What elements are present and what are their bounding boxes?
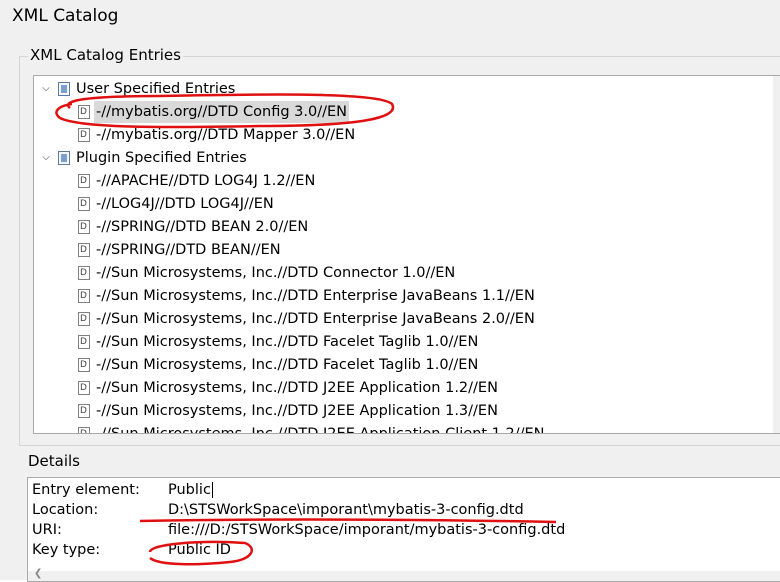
catalog-tree[interactable]: ⌵ User Specified Entries -//mybatis.org//D… (33, 75, 780, 434)
catalog-folder-icon (58, 82, 70, 96)
scroll-left-arrow-icon[interactable]: ❮ (34, 568, 42, 579)
tree-item-label: -//SPRING//DTD BEAN//EN (96, 242, 281, 258)
window-title: XML Catalog (12, 6, 119, 26)
tree-item-label: User Specified Entries (76, 81, 236, 97)
tree-item[interactable]: -//Sun Microsystems, Inc.//DTD J2EE Appl… (34, 423, 769, 434)
tree-item[interactable]: -//Sun Microsystems, Inc.//DTD Enterpris… (34, 285, 769, 307)
tree-item[interactable]: -//Sun Microsystems, Inc.//DTD Enterpris… (34, 308, 769, 330)
tree-item-label: -//Sun Microsystems, Inc.//DTD Facelet T… (96, 357, 479, 373)
tree-item-label: -//APACHE//DTD LOG4J 1.2//EN (96, 173, 316, 189)
location-value[interactable]: D:\STSWorkSpace\imporant\mybatis-3-confi… (168, 500, 524, 520)
tree-item[interactable]: -//LOG4J//DTD LOG4J//EN (34, 193, 769, 215)
dtd-document-icon (78, 170, 90, 192)
detail-key: Location: (32, 502, 99, 518)
dtd-document-icon (78, 124, 90, 146)
tree-folder[interactable]: ⌵ Plugin Specified Entries (34, 147, 769, 169)
details-title: Details (28, 452, 81, 470)
tree-item-label: -//Sun Microsystems, Inc.//DTD Enterpris… (96, 288, 535, 304)
dtd-document-icon (78, 193, 90, 215)
tree-item[interactable]: -//Sun Microsystems, Inc.//DTD Facelet T… (34, 331, 769, 353)
tree-item-label: -//mybatis.org//DTD Mapper 3.0//EN (96, 127, 356, 143)
tree-item-label: -//Sun Microsystems, Inc.//DTD Enterpris… (96, 311, 535, 327)
tree-folder[interactable]: ⌵ User Specified Entries (34, 78, 769, 100)
tree-item-label: -//SPRING//DTD BEAN 2.0//EN (96, 219, 309, 235)
dtd-document-icon (78, 101, 90, 123)
catalog-entries-group-title: XML Catalog Entries (28, 46, 183, 64)
dtd-document-icon (78, 285, 90, 307)
dtd-document-icon (78, 354, 90, 376)
vertical-scrollbar[interactable] (773, 76, 780, 433)
dtd-document-icon (78, 377, 90, 399)
tree-item[interactable]: -//Sun Microsystems, Inc.//DTD Connector… (34, 262, 769, 284)
tree-item[interactable]: -//mybatis.org//DTD Mapper 3.0//EN (34, 124, 769, 146)
tree-item-label: -//Sun Microsystems, Inc.//DTD Connector… (96, 265, 456, 281)
tree-item-label: -//Sun Microsystems, Inc.//DTD Facelet T… (96, 334, 479, 350)
tree-item[interactable]: -//mybatis.org//DTD Config 3.0//EN (34, 101, 769, 123)
tree-item-label: -//Sun Microsystems, Inc.//DTD J2EE Appl… (96, 426, 545, 434)
chevron-down-icon[interactable]: ⌵ (40, 78, 52, 100)
dtd-document-icon (78, 400, 90, 422)
dtd-document-icon (78, 331, 90, 353)
detail-key: URI: (32, 522, 62, 538)
tree-item-label: -//Sun Microsystems, Inc.//DTD J2EE Appl… (96, 380, 498, 396)
tree-item[interactable]: -//Sun Microsystems, Inc.//DTD Facelet T… (34, 354, 769, 376)
entry-element-value[interactable]: Public (168, 482, 211, 498)
tree-item[interactable]: -//SPRING//DTD BEAN 2.0//EN (34, 216, 769, 238)
tree-item-label: -//mybatis.org//DTD Config 3.0//EN (94, 101, 349, 123)
tree-item[interactable]: -//Sun Microsystems, Inc.//DTD J2EE Appl… (34, 377, 769, 399)
dtd-document-icon (78, 216, 90, 238)
uri-value[interactable]: file:///D:/STSWorkSpace/imporant/mybatis… (168, 520, 565, 540)
chevron-down-icon[interactable]: ⌵ (40, 147, 52, 169)
tree-item[interactable]: -//APACHE//DTD LOG4J 1.2//EN (34, 170, 769, 192)
detail-value[interactable]: Public (168, 480, 213, 500)
dtd-document-icon (78, 239, 90, 261)
dtd-document-icon (78, 262, 90, 284)
tree-item-label: -//LOG4J//DTD LOG4J//EN (96, 196, 274, 212)
key-type-value[interactable]: Public ID (168, 540, 231, 560)
details-panel: Entry element: Public Location: D:\STSWo… (27, 477, 780, 582)
tree-item[interactable]: -//Sun Microsystems, Inc.//DTD J2EE Appl… (34, 400, 769, 422)
title-bar: XML Catalog (0, 0, 780, 34)
detail-key: Entry element: (32, 482, 140, 498)
text-cursor (211, 482, 213, 498)
tree-item-label: -//Sun Microsystems, Inc.//DTD J2EE Appl… (96, 403, 498, 419)
tree-item-label: Plugin Specified Entries (76, 150, 247, 166)
dtd-document-icon (78, 423, 90, 433)
dtd-document-icon (78, 308, 90, 330)
tree-item[interactable]: -//SPRING//DTD BEAN//EN (34, 239, 769, 261)
detail-key: Key type: (32, 542, 101, 558)
catalog-folder-icon (58, 151, 70, 165)
